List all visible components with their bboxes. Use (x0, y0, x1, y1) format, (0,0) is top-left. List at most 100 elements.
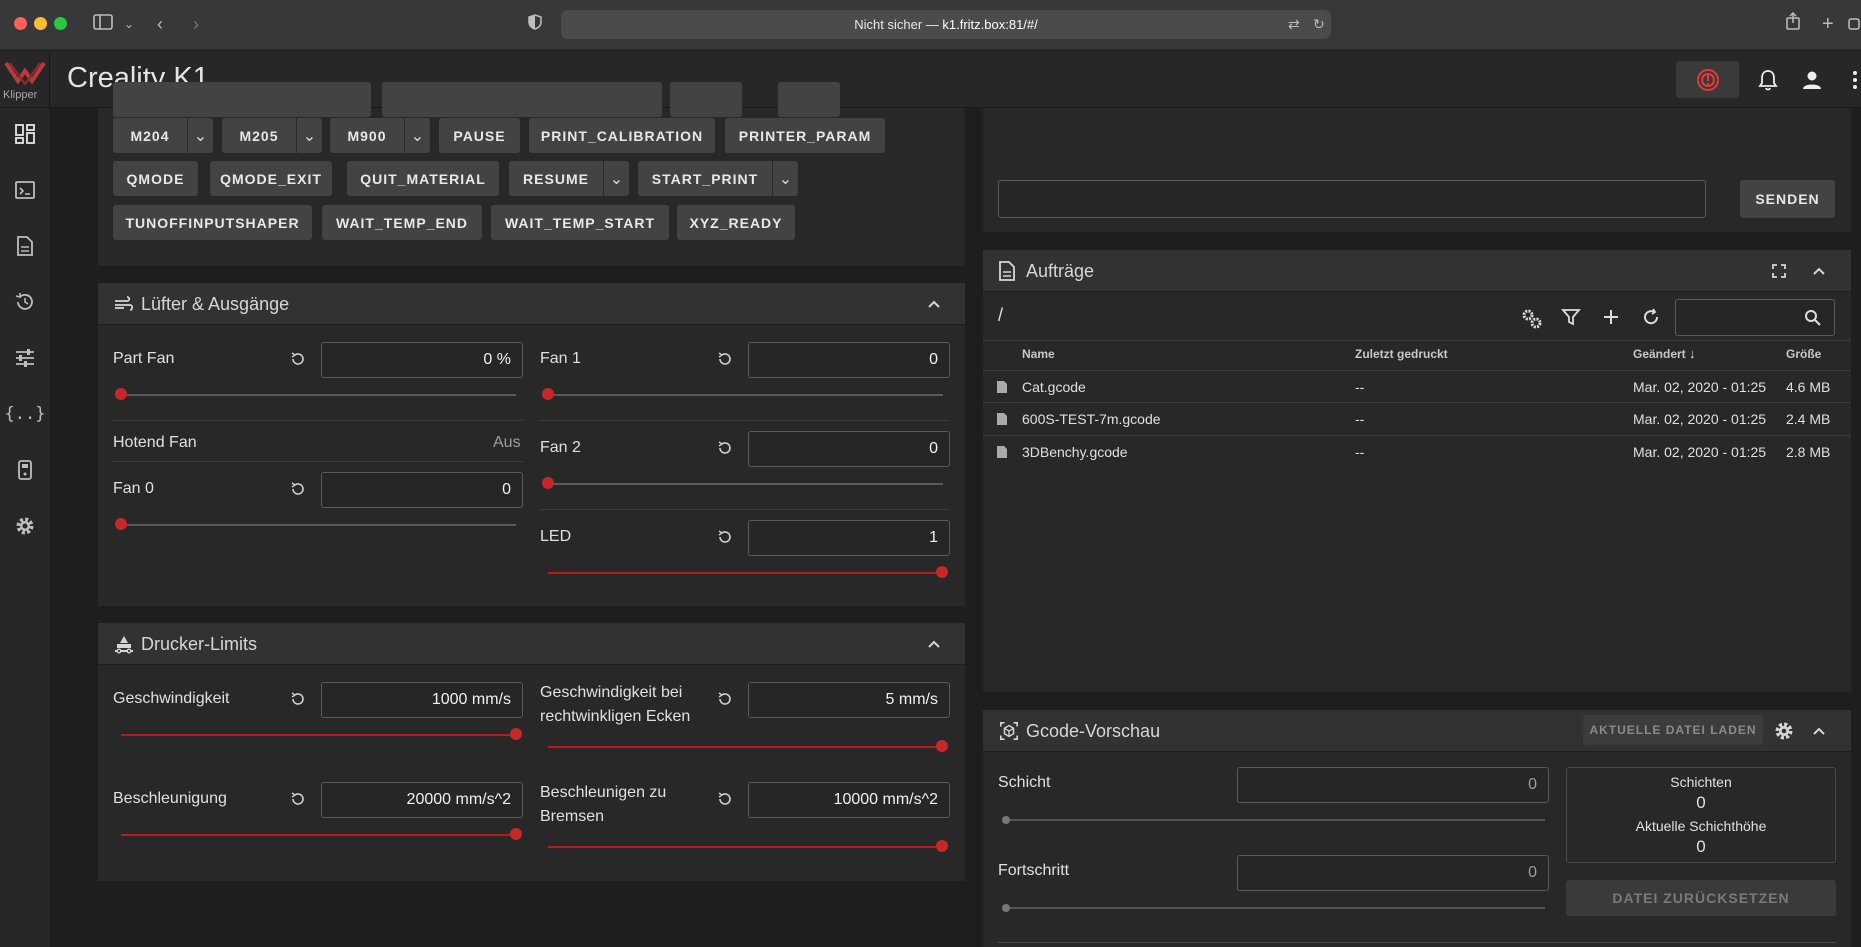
accel-input[interactable]: 20000 mm/s^2 (321, 782, 523, 818)
led-slider[interactable] (548, 572, 943, 574)
macro-resume-button[interactable]: RESUME (509, 161, 603, 196)
notifications-button[interactable] (1753, 61, 1783, 98)
fan0-slider[interactable] (121, 524, 516, 526)
fan0-input[interactable]: 0 (321, 472, 523, 508)
reset-file-button[interactable]: DATEI ZURÜCKSETZEN (1566, 880, 1836, 916)
macro-button-hidden[interactable] (113, 82, 371, 117)
close-window-button[interactable] (14, 17, 27, 30)
filter-icon[interactable] (1561, 307, 1581, 327)
speed-slider-thumb[interactable] (510, 728, 522, 740)
macro-print-calibration-button[interactable]: PRINT_CALIBRATION (529, 118, 715, 153)
translate-icon[interactable]: ⇄ (1288, 12, 1300, 36)
share-icon[interactable] (1786, 11, 1800, 36)
chevron-down-icon[interactable]: ⌄ (124, 12, 134, 36)
column-header-name[interactable]: Name (1022, 347, 1055, 361)
fan0-slider-thumb[interactable] (115, 518, 127, 530)
decel-slider[interactable] (548, 846, 943, 848)
add-icon[interactable] (1601, 307, 1621, 327)
chevron-up-icon[interactable] (923, 633, 945, 655)
chevron-up-icon[interactable] (1808, 260, 1830, 282)
speed-input[interactable]: 1000 mm/s (321, 682, 523, 718)
progress-slider[interactable] (1005, 907, 1545, 909)
nav-dashboard[interactable] (8, 117, 42, 151)
macro-qmode-exit-button[interactable]: QMODE_EXIT (210, 161, 332, 196)
accel-slider[interactable] (121, 834, 516, 836)
macro-m205-button[interactable]: M205 (222, 118, 296, 153)
chevron-up-icon[interactable] (1808, 720, 1830, 742)
macro-printer-param-button[interactable]: PRINTER_PARAM (725, 118, 885, 153)
macro-tunoffinputshaper-button[interactable]: TUNOFFINPUTSHAPER (113, 205, 312, 240)
zoom-window-button[interactable] (54, 17, 67, 30)
decel-slider-thumb[interactable] (936, 840, 948, 852)
forward-icon[interactable]: › (193, 12, 199, 36)
led-input[interactable]: 1 (748, 520, 950, 556)
progress-input[interactable]: 0 (1237, 855, 1549, 891)
macro-m900-button[interactable]: M900 (330, 118, 404, 153)
macro-button-hidden[interactable] (778, 82, 840, 117)
minimize-window-button[interactable] (34, 17, 47, 30)
nav-console[interactable] (8, 173, 42, 207)
settings-cog-icon[interactable] (1520, 307, 1542, 329)
gcode-command-input[interactable] (998, 180, 1706, 218)
layer-slider-thumb[interactable] (1002, 816, 1010, 824)
macro-xyz-ready-button[interactable]: XYZ_READY (677, 205, 795, 240)
fans-panel-header[interactable]: Lüfter & Ausgänge (98, 283, 965, 325)
reset-icon[interactable] (716, 528, 734, 546)
chevron-up-icon[interactable] (923, 293, 945, 315)
nav-history[interactable] (8, 285, 42, 319)
send-button[interactable]: SENDEN (1740, 180, 1835, 218)
macro-m205-dropdown[interactable]: ⌄ (296, 118, 322, 153)
fan1-input[interactable]: 0 (748, 342, 950, 378)
fan1-slider-thumb[interactable] (542, 388, 554, 400)
fan2-slider[interactable] (548, 483, 943, 485)
new-tab-icon[interactable]: + (1822, 12, 1834, 36)
reload-icon[interactable]: ↻ (1313, 12, 1325, 36)
tab-overview-icon[interactable] (1848, 12, 1861, 36)
macro-button-hidden[interactable] (382, 82, 662, 117)
address-bar[interactable]: Nicht sicher — k1.fritz.box:81/#/ (561, 10, 1331, 39)
load-current-file-button[interactable]: AKTUELLE DATEI LADEN (1583, 715, 1763, 745)
reset-icon[interactable] (716, 350, 734, 368)
reset-icon[interactable] (716, 690, 734, 708)
square-corner-slider-thumb[interactable] (936, 740, 948, 752)
macro-resume-dropdown[interactable]: ⌄ (603, 161, 629, 196)
sidebar-toggle-icon[interactable] (93, 12, 113, 36)
macro-wait-temp-end-button[interactable]: WAIT_TEMP_END (322, 205, 482, 240)
accel-slider-thumb[interactable] (510, 828, 522, 840)
back-icon[interactable]: ‹ (157, 12, 163, 36)
nav-machine[interactable] (8, 453, 42, 487)
macro-m900-dropdown[interactable]: ⌄ (404, 118, 430, 153)
more-menu-button[interactable] (1848, 61, 1861, 98)
macro-quit-material-button[interactable]: QUIT_MATERIAL (347, 161, 499, 196)
klipper-logo[interactable]: Klipper (0, 51, 50, 108)
column-header-modified[interactable]: Geändert (1633, 347, 1686, 361)
macro-m204-dropdown[interactable]: ⌄ (187, 118, 213, 153)
part-fan-slider[interactable] (121, 394, 516, 396)
jobs-search-input[interactable] (1675, 299, 1835, 336)
fan2-slider-thumb[interactable] (542, 477, 554, 489)
led-slider-thumb[interactable] (936, 566, 948, 578)
fan2-input[interactable]: 0 (748, 431, 950, 467)
fan1-slider[interactable] (548, 394, 943, 396)
macro-m204-button[interactable]: M204 (113, 118, 187, 153)
macro-qmode-button[interactable]: QMODE (113, 161, 198, 196)
user-button[interactable] (1797, 61, 1827, 98)
column-header-size[interactable]: Größe (1786, 347, 1821, 361)
macro-wait-temp-start-button[interactable]: WAIT_TEMP_START (491, 205, 669, 240)
reset-icon[interactable] (289, 350, 307, 368)
gear-icon[interactable] (1773, 720, 1795, 742)
reset-icon[interactable] (716, 790, 734, 808)
macro-start-print-button[interactable]: START_PRINT (638, 161, 772, 196)
reset-icon[interactable] (289, 480, 307, 498)
limits-panel-header[interactable]: Drucker-Limits (98, 623, 965, 665)
layer-slider[interactable] (1005, 819, 1545, 821)
nav-files[interactable] (8, 229, 42, 263)
decel-input[interactable]: 10000 mm/s^2 (748, 782, 950, 818)
macro-button-hidden[interactable] (670, 82, 742, 117)
nav-config[interactable]: {..} (5, 397, 46, 431)
speed-slider[interactable] (121, 734, 516, 736)
refresh-icon[interactable] (1641, 307, 1661, 327)
macro-pause-button[interactable]: PAUSE (439, 118, 520, 153)
reset-icon[interactable] (716, 439, 734, 457)
progress-slider-thumb[interactable] (1002, 904, 1010, 912)
